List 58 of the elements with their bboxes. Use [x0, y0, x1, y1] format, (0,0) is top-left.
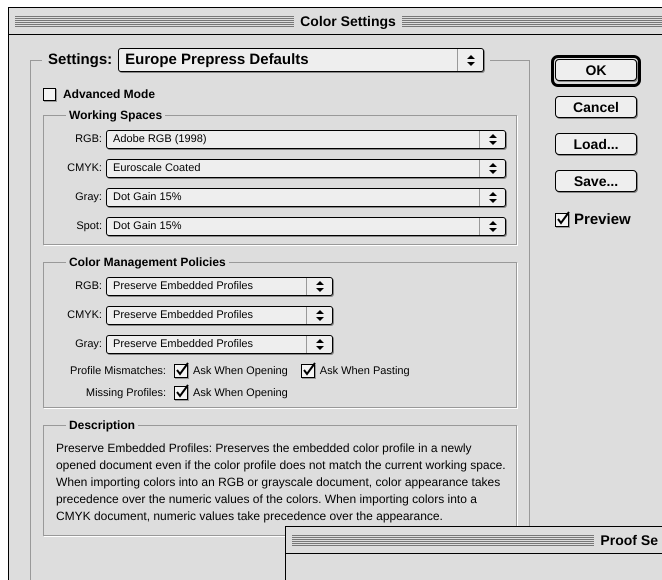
up-down-arrows-icon	[316, 339, 324, 350]
checkmark-icon	[176, 362, 189, 376]
field-label: RGB:	[74, 279, 103, 294]
up-down-arrows-icon	[488, 163, 496, 174]
checkbox[interactable]	[174, 386, 188, 400]
popup-menu[interactable]: Preserve Embedded Profiles	[106, 335, 333, 354]
up-down-arrows-icon	[316, 281, 324, 292]
popup-value: Preserve Embedded Profiles	[112, 279, 254, 294]
group-title: Working Spaces	[66, 107, 166, 123]
popup-menu[interactable]: Adobe RGB (1998)	[106, 130, 506, 149]
popup-value: Preserve Embedded Profiles	[112, 308, 254, 324]
popup-menu[interactable]: Preserve Embedded Profiles	[106, 306, 333, 325]
up-down-arrows-icon	[316, 310, 324, 321]
window-title: Proof Se	[600, 530, 659, 550]
checkmark-icon	[302, 362, 316, 376]
up-down-arrows-icon	[488, 221, 496, 232]
popup-value: Preserve Embedded Profiles	[112, 337, 254, 352]
popup-value: Adobe RGB (1998)	[112, 132, 208, 148]
up-down-arrows-icon	[488, 134, 496, 145]
dialog-button[interactable]: OK	[555, 59, 637, 81]
popup-menu[interactable]: Euroscale Coated	[106, 159, 506, 178]
field-label: Gray:	[74, 337, 103, 352]
popup-value: Dot Gain 15%	[112, 219, 182, 234]
checkbox-label: Ask When Pasting	[320, 364, 410, 379]
settings-label: Settings:	[48, 50, 112, 70]
popup-menu[interactable]: Dot Gain 15%	[106, 217, 506, 236]
checkbox[interactable]	[300, 364, 315, 378]
popup-value: Europe Prepress Defaults	[124, 50, 310, 70]
popup-menu[interactable]: Preserve Embedded Profiles	[106, 277, 333, 296]
checkmark-icon	[176, 384, 189, 398]
up-down-arrows-icon	[488, 192, 496, 203]
dialog-button[interactable]: Load...	[555, 133, 637, 155]
checkmark-icon	[557, 211, 570, 226]
checkbox-label: Ask When Opening	[193, 364, 288, 379]
field-label: RGB:	[74, 132, 103, 148]
policy-label: Missing Profiles:	[84, 386, 167, 400]
popup-menu[interactable]: Europe Prepress Defaults	[118, 48, 484, 72]
group-title: Description	[66, 417, 138, 433]
checkbox[interactable]	[174, 364, 188, 378]
checkbox[interactable]	[43, 88, 56, 100]
popup-value: Dot Gain 15%	[112, 190, 182, 206]
preview-label: Preview	[574, 210, 631, 230]
window-title: Color Settings	[300, 12, 396, 31]
field-label: CMYK:	[66, 161, 103, 176]
group-title: Color Management Policies	[66, 254, 229, 270]
advanced-mode-label: Advanced Mode	[63, 86, 156, 103]
checkbox[interactable]	[555, 213, 569, 228]
field-label: Gray:	[74, 190, 103, 206]
up-down-arrows-icon	[466, 54, 475, 66]
dialog-button[interactable]: Save...	[555, 170, 637, 192]
field-label: Spot:	[75, 219, 103, 234]
dialog-button[interactable]: Cancel	[555, 96, 637, 118]
popup-menu[interactable]: Dot Gain 15%	[106, 188, 506, 207]
policy-label: Profile Mismatches:	[69, 364, 167, 379]
description-text: Preserve Embedded Profiles: Preserves the embedded color profile in a newly opened document even if the color profile does not match the current working space. When importing colors into an RGB or grayscale document, color appearance takes precedence over the numeric values of the colors. When importing colors into a CMYK document, numeric values take precedence over the appearance.	[56, 440, 507, 525]
field-label: CMYK:	[66, 308, 103, 324]
popup-value: Euroscale Coated	[112, 161, 202, 176]
checkbox-label: Ask When Opening	[193, 386, 288, 400]
